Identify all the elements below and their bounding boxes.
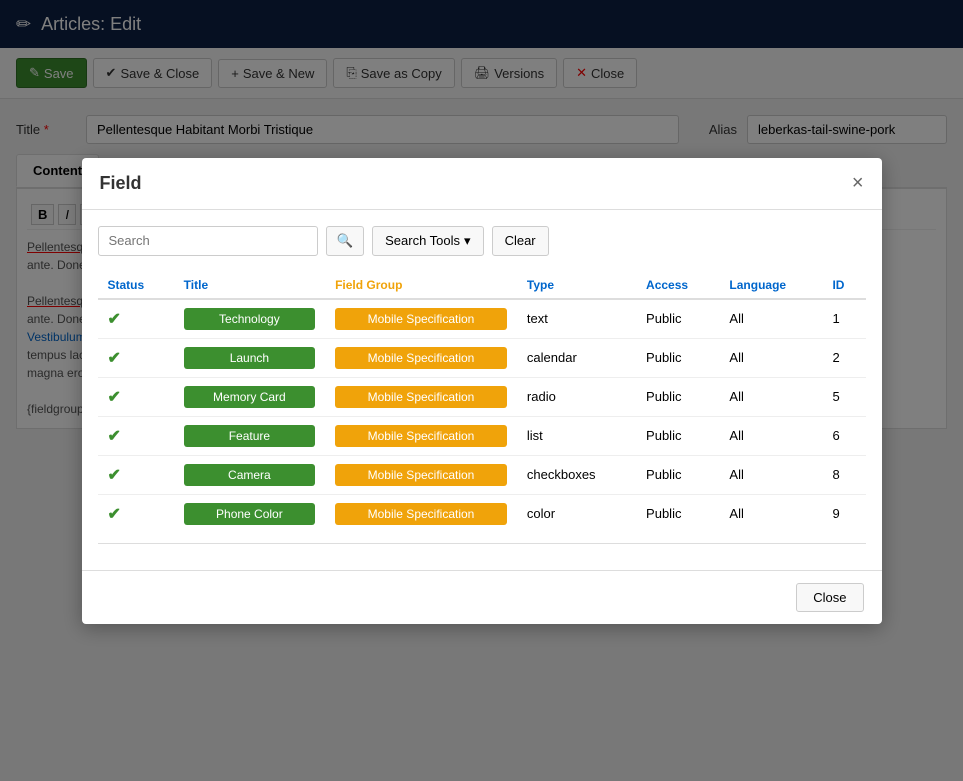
table-row[interactable]: ✔ Camera Mobile Specification checkboxes… <box>98 455 866 494</box>
cell-title[interactable]: Launch <box>174 338 325 377</box>
cell-title[interactable]: Camera <box>174 455 325 494</box>
cell-language: All <box>719 455 822 494</box>
cell-access: Public <box>636 416 719 455</box>
cell-status: ✔ <box>98 494 174 533</box>
cell-language: All <box>719 377 822 416</box>
search-tools-button[interactable]: Search Tools ▾ <box>372 226 483 256</box>
caret-down-icon: ▾ <box>464 233 471 249</box>
cell-field-group: Mobile Specification <box>325 494 517 533</box>
cell-access: Public <box>636 377 719 416</box>
cell-id: 1 <box>822 299 865 339</box>
clear-button[interactable]: Clear <box>492 226 549 256</box>
table-divider <box>98 543 866 544</box>
cell-access: Public <box>636 455 719 494</box>
cell-type: radio <box>517 377 636 416</box>
cell-status: ✔ <box>98 338 174 377</box>
cell-status: ✔ <box>98 455 174 494</box>
modal-body: 🔍 Search Tools ▾ Clear Status Title Fiel… <box>82 210 882 570</box>
col-id[interactable]: ID <box>822 272 865 299</box>
cell-type: text <box>517 299 636 339</box>
col-type[interactable]: Type <box>517 272 636 299</box>
cell-id: 9 <box>822 494 865 533</box>
search-submit-button[interactable]: 🔍 <box>326 226 365 256</box>
cell-title[interactable]: Memory Card <box>174 377 325 416</box>
cell-status: ✔ <box>98 416 174 455</box>
table-row[interactable]: ✔ Memory Card Mobile Specification radio… <box>98 377 866 416</box>
cell-field-group: Mobile Specification <box>325 377 517 416</box>
cell-language: All <box>719 416 822 455</box>
col-access[interactable]: Access <box>636 272 719 299</box>
cell-field-group: Mobile Specification <box>325 299 517 339</box>
cell-access: Public <box>636 494 719 533</box>
cell-id: 5 <box>822 377 865 416</box>
cell-title[interactable]: Feature <box>174 416 325 455</box>
cell-field-group: Mobile Specification <box>325 455 517 494</box>
cell-field-group: Mobile Specification <box>325 416 517 455</box>
cell-status: ✔ <box>98 299 174 339</box>
cell-language: All <box>719 494 822 533</box>
modal-overlay: Field × 🔍 Search Tools ▾ Clear S <box>0 0 963 781</box>
col-language[interactable]: Language <box>719 272 822 299</box>
cell-type: color <box>517 494 636 533</box>
cell-id: 2 <box>822 338 865 377</box>
cell-id: 6 <box>822 416 865 455</box>
cell-status: ✔ <box>98 377 174 416</box>
cell-title[interactable]: Phone Color <box>174 494 325 533</box>
cell-type: calendar <box>517 338 636 377</box>
cell-language: All <box>719 299 822 339</box>
modal-title: Field <box>100 173 142 194</box>
magnify-icon: 🔍 <box>337 233 354 248</box>
cell-access: Public <box>636 338 719 377</box>
table-row[interactable]: ✔ Technology Mobile Specification text P… <box>98 299 866 339</box>
col-title[interactable]: Title <box>174 272 325 299</box>
cell-language: All <box>719 338 822 377</box>
cell-field-group: Mobile Specification <box>325 338 517 377</box>
cell-type: checkboxes <box>517 455 636 494</box>
modal-footer: Close <box>82 570 882 624</box>
col-field-group[interactable]: Field Group <box>325 272 517 299</box>
modal-close-button[interactable]: × <box>852 172 864 195</box>
table-row[interactable]: ✔ Feature Mobile Specification list Publ… <box>98 416 866 455</box>
cell-type: list <box>517 416 636 455</box>
search-input[interactable] <box>98 226 318 256</box>
cell-id: 8 <box>822 455 865 494</box>
cell-access: Public <box>636 299 719 339</box>
modal-footer-close-button[interactable]: Close <box>796 583 863 612</box>
table-header-row: Status Title Field Group Type Access Lan… <box>98 272 866 299</box>
table-row[interactable]: ✔ Launch Mobile Specification calendar P… <box>98 338 866 377</box>
field-modal: Field × 🔍 Search Tools ▾ Clear S <box>82 158 882 624</box>
col-status: Status <box>98 272 174 299</box>
field-table: Status Title Field Group Type Access Lan… <box>98 272 866 533</box>
table-row[interactable]: ✔ Phone Color Mobile Specification color… <box>98 494 866 533</box>
cell-title[interactable]: Technology <box>174 299 325 339</box>
search-bar: 🔍 Search Tools ▾ Clear <box>98 226 866 256</box>
modal-header: Field × <box>82 158 882 210</box>
